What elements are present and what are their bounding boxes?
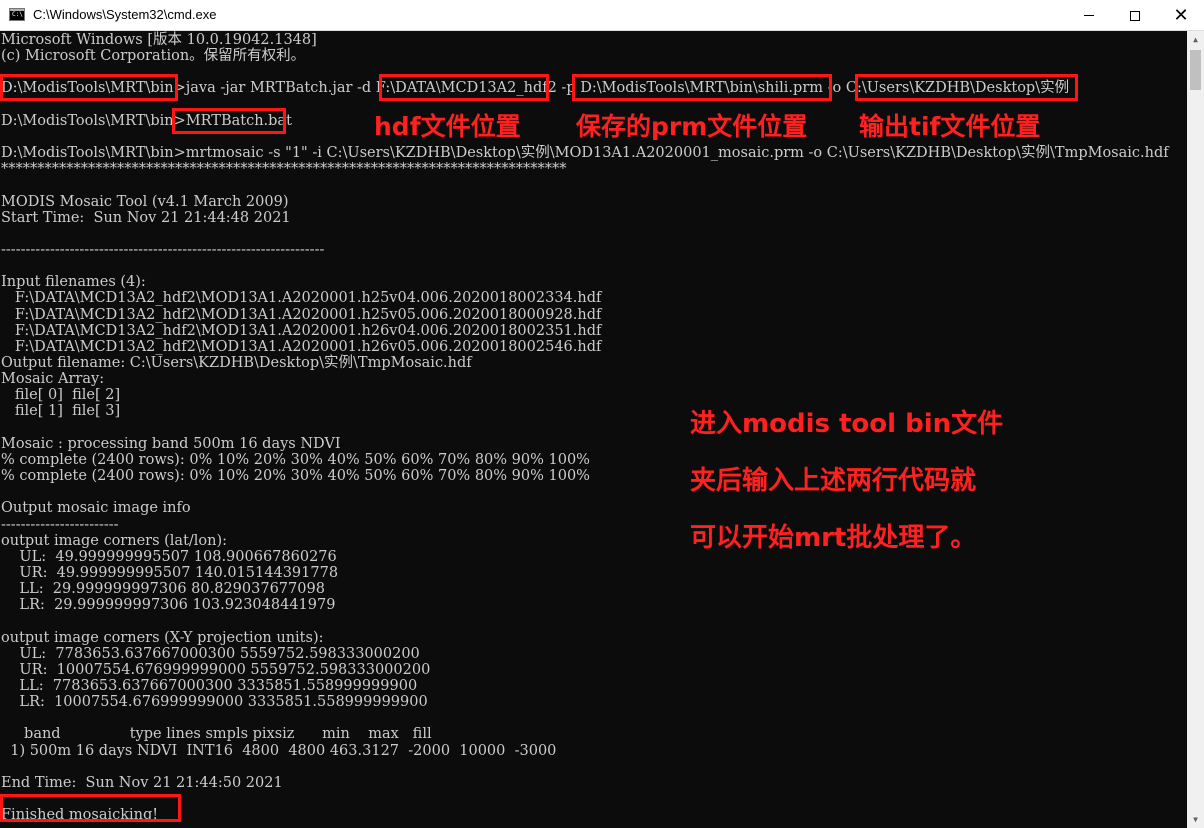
console-line: file[ 0] file[ 2] [1,387,121,404]
console-line: F:\DATA\MCD13A2_hdf2\MOD13A1.A2020001.h2… [1,338,602,355]
console-line: End Time: Sun Nov 21 21:44:50 2021 [1,774,283,791]
console-line: LL: 7783653.637667000300 3335851.5589999… [1,678,418,694]
close-icon: ✕ [1173,4,1189,26]
annotation-instruction-line: 可以开始mrt批处理了。 [690,523,977,553]
console-line: UR: 49.999999995507 140.015144391778 [1,564,339,581]
console-line: ------------------------ [1,516,119,533]
maximize-icon [1130,10,1140,21]
console-line: UR: 10007554.676999999000 5559752.598333… [1,661,431,678]
annotation-instruction-line: 进入modis tool bin文件 [690,409,1004,439]
console-line: LL: 29.999999997306 80.829037677098 [1,581,325,598]
highlight-box-hdf-path [379,74,549,101]
highlight-box-prompt [0,74,178,101]
console-line: LR: 29.999999997306 103.923048441979 [1,597,336,614]
highlight-box-prm-path [572,74,832,101]
highlight-box-finished [0,794,181,822]
highlight-box-batch [172,108,286,134]
console-line: % complete (2400 rows): 0% 10% 20% 30% 4… [1,451,590,468]
window-title: C:\Windows\System32\cmd.exe [33,7,217,22]
console-line: UL: 7783653.637667000300 5559752.5983330… [1,645,420,662]
console-line: LR: 10007554.676999999000 3335851.558999… [1,694,428,711]
vertical-scrollbar[interactable]: ▲ ▼ [1187,31,1204,828]
console-line: % complete (2400 rows): 0% 10% 20% 30% 4… [1,468,590,485]
console-line: Microsoft Windows [版本 10.0.19042.1348] [1,32,317,48]
console-line: D:\ModisTools\MRT\bin>mrtmosaic -s "1" -… [1,145,1169,162]
console-line: band type lines smpls pixsiz min max fil… [1,726,432,743]
annotation-instruction-line: 夹后输入上述两行代码就 [690,466,977,496]
console-line: output image corners (lat/lon): [1,532,228,549]
console-line: (c) Microsoft Corporation。保留所有权利。 [1,48,306,65]
scroll-up-icon[interactable]: ▲ [1187,31,1204,48]
console-line: ----------------------------------------… [1,241,325,258]
annotation-tif-location: 输出tif文件位置 [859,112,1041,141]
console-line: file[ 1] file[ 3] [1,403,121,420]
console-line: UL: 49.999999995507 108.900667860276 [1,548,337,565]
scroll-thumb[interactable] [1190,50,1201,90]
console-line: Start Time: Sun Nov 21 21:44:48 2021 [1,209,291,226]
console-line: Input filenames (4): [1,274,146,291]
title-bar[interactable]: C:\Windows\System32\cmd.exe ✕ [0,0,1204,31]
minimize-icon [1084,15,1094,16]
console-line: F:\DATA\MCD13A2_hdf2\MOD13A1.A2020001.h2… [1,290,602,307]
highlight-box-output-path [855,74,1078,101]
annotation-prm-location: 保存的prm文件位置 [576,112,808,141]
console-line: Mosaic : processing band 500m 16 days ND… [1,435,341,452]
console-line: F:\DATA\MCD13A2_hdf2\MOD13A1.A2020001.h2… [1,306,602,323]
console-line: Output mosaic image info [1,500,191,517]
minimize-button[interactable] [1066,0,1112,31]
console-line: output image corners (X-Y projection uni… [1,629,324,646]
console-line: MODIS Mosaic Tool (v4.1 March 2009) [1,193,289,210]
console-line: 1) 500m 16 days NDVI INT16 4800 4800 463… [1,742,557,759]
close-button[interactable]: ✕ [1158,0,1204,31]
console-line: ****************************************… [1,161,567,178]
annotation-hdf-location: hdf文件位置 [374,112,521,141]
console-line: Output filename: C:\Users\KZDHB\Desktop\… [1,355,472,371]
console-line: Mosaic Array: [1,371,105,388]
maximize-button[interactable] [1112,0,1158,31]
console-output[interactable]: Microsoft Windows [版本 10.0.19042.1348] (c… [0,31,1187,828]
scroll-down-icon[interactable]: ▼ [1187,811,1204,828]
console-line: F:\DATA\MCD13A2_hdf2\MOD13A1.A2020001.h2… [1,322,602,339]
cmd-icon [9,8,25,21]
